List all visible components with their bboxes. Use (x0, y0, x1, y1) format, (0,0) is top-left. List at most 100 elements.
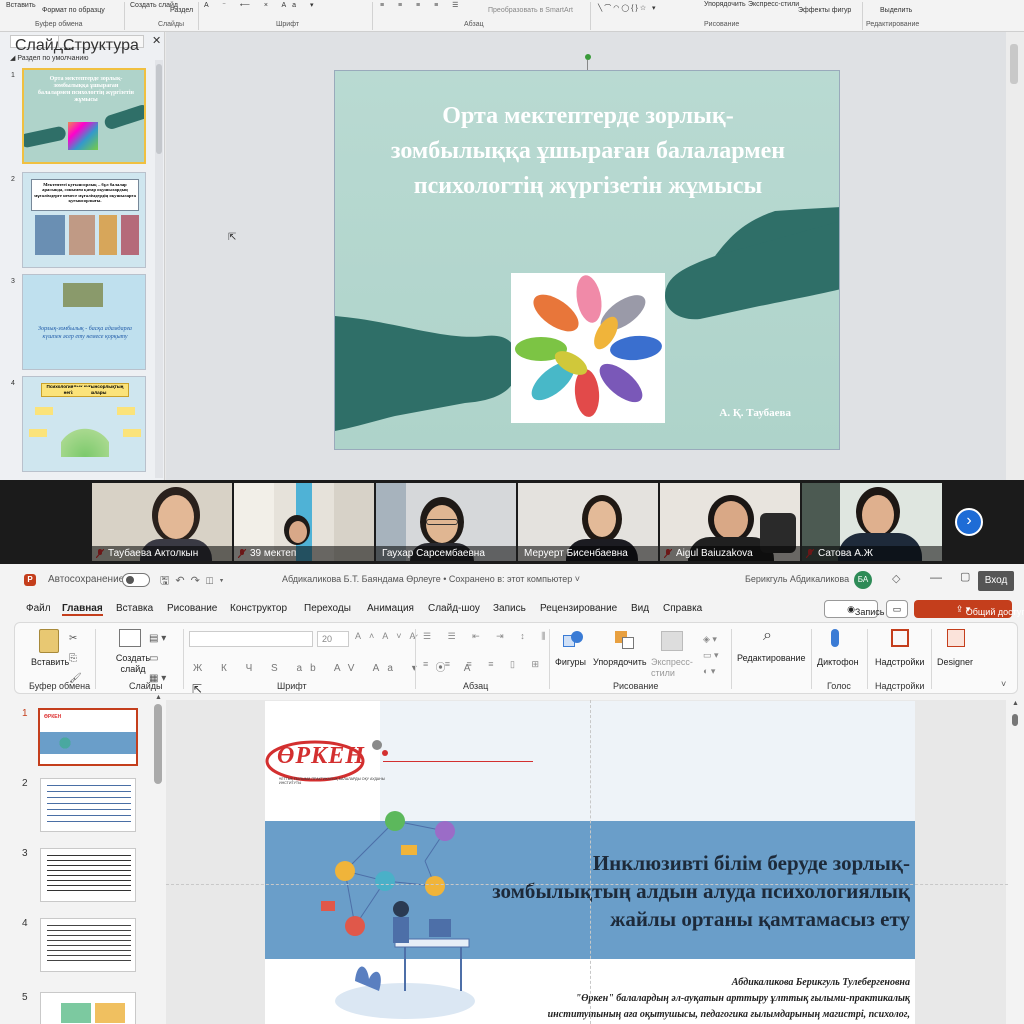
editing-button[interactable]: Редактирование (737, 653, 806, 663)
slide-thumbnail-3[interactable] (40, 848, 136, 902)
menu-transitions[interactable]: Переходы (304, 603, 351, 614)
arrange-button[interactable]: Упорядочить (704, 1, 746, 8)
select-button[interactable]: Выделить (880, 7, 912, 14)
comments-icon[interactable]: ▭ (886, 600, 908, 618)
menu-file[interactable]: Файл (26, 603, 51, 614)
panel-scrollbar[interactable] (155, 60, 163, 478)
participant-tile[interactable]: Aigul Baiuzakova (660, 483, 800, 561)
slide-thumbnail-5[interactable] (40, 992, 136, 1024)
font-size-combo[interactable]: 20 (317, 631, 349, 647)
logo-text: ӨРКЕН (277, 743, 365, 769)
current-slide[interactable]: Орта мектептерде зорлық-зомбылыққа ұшыра… (334, 70, 840, 450)
divider (415, 629, 416, 689)
group-paragraph-label: Абзац (463, 681, 489, 691)
shape-format-icons[interactable]: ◈ ▾ ▭ ▾ ◐ ▾ (703, 631, 719, 679)
menu-record[interactable]: Запись (493, 603, 526, 614)
format-painter-button[interactable]: Формат по образцу (42, 7, 105, 14)
font-grow-shrink-icons[interactable]: A˄A˅A̷ (355, 631, 424, 641)
quick-styles-button[interactable]: Экспресс-стили (651, 657, 695, 679)
hands-thumb-image (68, 122, 98, 150)
slide-thumbnail-2[interactable] (40, 778, 136, 832)
menu-slideshow[interactable]: Слайд-шоу (428, 603, 480, 614)
login-button[interactable]: Вход (978, 571, 1014, 591)
thumb-number: 3 (11, 278, 15, 285)
divider (372, 2, 373, 30)
menu-view[interactable]: Вид (631, 603, 649, 614)
share-button[interactable]: ⇪ Общий доступ ▾ (914, 600, 1024, 618)
diagram-box (29, 429, 47, 437)
scroll-up-icon[interactable]: ▲ (155, 694, 162, 701)
dictate-button[interactable]: Диктофон (817, 657, 859, 667)
photo-thumb (63, 283, 103, 307)
document-title[interactable]: Абдикаликова Б.Т. Баяндама Өрлеуге • Сох… (282, 574, 580, 584)
participant-tile[interactable]: Таубаева Актолкын (92, 483, 232, 561)
menu-animation[interactable]: Анимация (367, 603, 414, 614)
slide-thumbnail-3[interactable]: Зорлық-зомбылық - басқа адамдарға күшпен… (22, 274, 146, 370)
menu-review[interactable]: Рецензирование (540, 603, 617, 614)
participant-face (862, 495, 894, 535)
next-page-button[interactable]: › (955, 508, 983, 536)
slide-thumbnail-2[interactable]: Мектептегі қуғынсорлық – бұл балалар ара… (22, 172, 146, 268)
collapse-ribbon-icon[interactable]: ˅ (1001, 679, 1006, 689)
close-icon[interactable]: ✕ (152, 34, 161, 47)
divider (183, 629, 184, 689)
participant-name: Гаухар Сарсембаевна (376, 546, 516, 561)
avatar[interactable]: БА (854, 571, 872, 589)
quick-access-icons[interactable]: 🖫↶↷◫▾ (160, 572, 230, 591)
tab-outline[interactable]: Структура (58, 35, 144, 54)
section-header[interactable]: ◢ Раздел по умолчанию (10, 54, 89, 62)
menu-home[interactable]: Главная (62, 603, 103, 616)
rotate-handle[interactable] (585, 54, 591, 60)
slide-thumbnail-4[interactable] (40, 918, 136, 972)
paragraph-buttons[interactable]: ≡ ≡ ≡ ≡ ☰ (380, 1, 464, 9)
arrange-button[interactable]: Упорядочить (593, 657, 647, 667)
record-button[interactable]: ◉ Запись (824, 600, 884, 618)
menu-draw[interactable]: Рисование (167, 603, 217, 614)
thumb-number: 4 (11, 380, 15, 387)
layout-icons[interactable]: ▤ ▾ ▭ ▦ ▾ (149, 629, 166, 689)
shapes-button[interactable]: Фигуры (555, 657, 586, 667)
paste-button[interactable]: Вставить (6, 2, 36, 9)
font-name-combo[interactable] (189, 631, 313, 647)
align-buttons[interactable]: ≡ ≡ ≡ ≡ ▯ ⊞ (423, 659, 546, 670)
diamond-icon[interactable]: ◇ (892, 572, 900, 585)
group-slides-label: Слайды (129, 681, 163, 691)
canvas-scrollbar[interactable]: ▲ (1008, 700, 1024, 1024)
divider (198, 2, 199, 30)
menu-bar: Файл Главная Вставка Рисование Конструкт… (0, 600, 1024, 620)
participant-tile[interactable]: Сатова А.Ж (802, 483, 942, 561)
menu-help[interactable]: Справка (663, 603, 702, 614)
menu-insert[interactable]: Вставка (116, 603, 153, 614)
thumb-number: 5 (22, 992, 28, 1003)
slide-thumbnail-4[interactable]: Психологиялық қуғынсорлықтың негізгі фор… (22, 376, 146, 472)
menu-design[interactable]: Конструктор (230, 603, 287, 614)
hand-shape (24, 125, 67, 149)
font-format-buttons[interactable]: A ⁻ ⟵ × Aa ▾ (204, 1, 320, 9)
autosave-toggle[interactable] (122, 573, 150, 587)
convert-smartart-button[interactable]: Преобразовать в SmartArt (488, 7, 573, 14)
restore-icon[interactable]: ▢ (960, 570, 974, 584)
designer-button[interactable]: Designer (937, 657, 973, 667)
canvas-scrollbar[interactable] (1006, 32, 1024, 480)
slide-thumbnail-1[interactable]: ӨРКЕН (38, 708, 138, 766)
section-name: Раздел по умолчанию (17, 55, 89, 62)
participant-tile[interactable]: Гаухар Сарсембаевна (376, 483, 516, 561)
panel-scrollbar[interactable] (154, 704, 162, 784)
paste-button[interactable]: Вставить (31, 657, 69, 667)
participant-tile[interactable]: 39 мектеп (234, 483, 374, 561)
shape-gallery[interactable]: ╲⌒◠◯{}☆ ▾ (598, 3, 658, 13)
addins-button[interactable]: Надстройки (875, 657, 924, 667)
section-button[interactable]: Раздел (170, 7, 193, 14)
author-line: "Өркен" балалардың әл-ауқатын арттыру ұл… (575, 993, 910, 1004)
cut-copy-icons[interactable]: ✂ ⎘ 🖌 (69, 629, 82, 689)
top-ribbon: Вставить Формат по образцу Создать слайд… (0, 0, 1024, 32)
diagram-box (73, 387, 91, 395)
minimize-icon[interactable]: — (930, 570, 944, 584)
thumb-number: 2 (22, 778, 28, 789)
list-buttons[interactable]: ☰ ☰ ⇤ ⇥ ↕ ⫼ (423, 631, 552, 642)
shape-effects-button[interactable]: Эффекты фигур (798, 7, 851, 14)
slide-thumbnail-1[interactable]: Орта мектептерде зорлық-зомбылыққа ұшыра… (22, 68, 146, 164)
express-styles-button[interactable]: Экспресс-стили (748, 1, 799, 8)
participant-tile[interactable]: Меруерт Бисенбаевна (518, 483, 658, 561)
participants-gallery: Таубаева Актолкын 39 мектеп Гаухар Сарсе… (0, 480, 1024, 564)
